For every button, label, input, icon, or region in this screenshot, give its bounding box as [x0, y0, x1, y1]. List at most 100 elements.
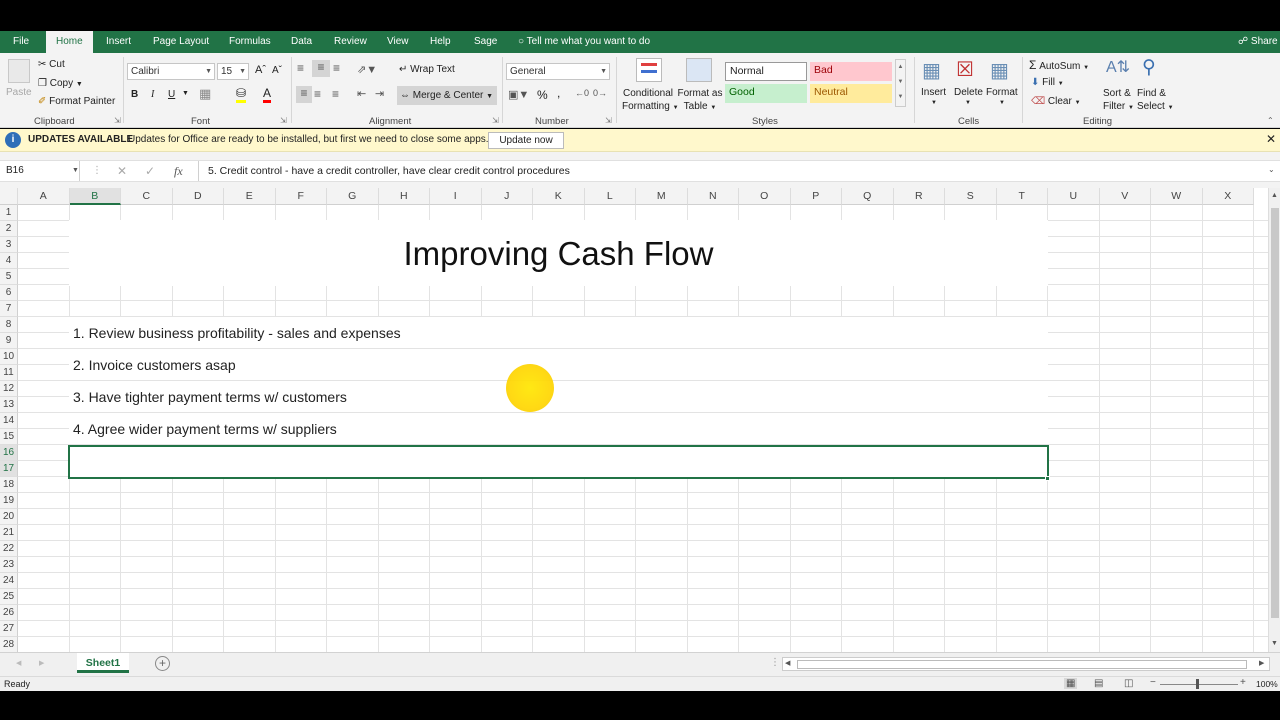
column-header-t[interactable]: T — [996, 188, 1048, 205]
shrink-font-icon[interactable]: Aˇ — [272, 65, 282, 76]
column-header-v[interactable]: V — [1099, 188, 1151, 205]
sheet-title-cell[interactable]: Improving Cash Flow — [69, 220, 1048, 286]
column-header-s[interactable]: S — [945, 188, 997, 205]
tab-view[interactable]: View — [387, 31, 409, 53]
column-header-m[interactable]: M — [636, 188, 688, 205]
column-header-e[interactable]: E — [224, 188, 276, 205]
column-header-k[interactable]: K — [533, 188, 585, 205]
row-header-17[interactable]: 17 — [0, 461, 18, 477]
fill-handle[interactable] — [1045, 476, 1050, 481]
cut-button[interactable]: ✂ Cut — [38, 59, 65, 70]
format-as-table-button[interactable]: Format as Table ▼ — [676, 87, 724, 115]
bold-button[interactable]: B — [131, 89, 138, 100]
currency-icon[interactable]: ▣▼ — [508, 88, 529, 101]
autosum-button[interactable]: Σ AutoSum ▼ — [1029, 58, 1089, 72]
column-header-h[interactable]: H — [378, 188, 430, 205]
underline-button[interactable]: U — [168, 89, 175, 100]
row-header-10[interactable]: 10 — [0, 349, 18, 365]
row-header-5[interactable]: 5 — [0, 269, 18, 285]
row-header-25[interactable]: 25 — [0, 589, 18, 605]
next-sheet-icon[interactable]: ▶ — [39, 659, 44, 667]
decrease-decimal-icon[interactable]: 0→ — [593, 88, 607, 98]
column-header-r[interactable]: R — [893, 188, 945, 205]
chevron-down-icon[interactable]: ▼ — [72, 167, 79, 174]
comma-button[interactable]: , — [557, 86, 560, 100]
insert-cells-button[interactable]: Insert — [921, 87, 946, 98]
percent-button[interactable]: % — [537, 88, 548, 102]
row-header-18[interactable]: 18 — [0, 477, 18, 493]
formula-input[interactable]: 5. Credit control - have a credit contro… — [198, 161, 1268, 181]
zoom-level[interactable]: 100% — [1256, 679, 1278, 689]
column-header-g[interactable]: G — [327, 188, 379, 205]
column-header-u[interactable]: U — [1048, 188, 1100, 205]
row-header-13[interactable]: 13 — [0, 397, 18, 413]
scroll-down-icon[interactable]: ▼ — [1271, 640, 1278, 647]
tab-insert[interactable]: Insert — [106, 31, 131, 53]
row-header-4[interactable]: 4 — [0, 253, 18, 269]
column-header-p[interactable]: P — [790, 188, 842, 205]
share-button[interactable]: ☍ Share — [1238, 31, 1278, 53]
font-color-icon[interactable]: A — [263, 86, 272, 103]
fill-color-icon[interactable]: ⛁ — [236, 86, 247, 103]
active-cell-selection[interactable] — [68, 445, 1049, 479]
conditional-formatting-button[interactable]: Conditional Formatting ▼ — [622, 87, 679, 115]
row-header-14[interactable]: 14 — [0, 413, 18, 429]
scroll-up-icon[interactable]: ▲ — [1271, 192, 1278, 199]
font-name-combo[interactable]: Calibri ▼ — [127, 63, 215, 80]
column-header-a[interactable]: A — [18, 188, 70, 205]
cell-item-4[interactable]: 4. Agree wider payment terms w/ supplier… — [69, 413, 1048, 445]
fill-button[interactable]: ⬇ Fill ▼ — [1031, 77, 1064, 88]
tab-file[interactable]: File — [13, 31, 29, 53]
column-header-b[interactable]: B — [69, 188, 121, 205]
row-header-15[interactable]: 15 — [0, 429, 18, 445]
align-top-icon[interactable]: ≡ — [297, 61, 304, 75]
row-header-19[interactable]: 19 — [0, 493, 18, 509]
grow-font-icon[interactable]: Aˆ — [255, 64, 266, 76]
name-box[interactable]: B16 — [0, 161, 80, 181]
sheet-tab-sheet1[interactable]: Sheet1 — [77, 653, 129, 673]
zoom-in-icon[interactable]: + — [1240, 677, 1246, 688]
enter-icon[interactable]: ✓ — [145, 164, 155, 178]
cell-item-3[interactable]: 3. Have tighter payment terms w/ custome… — [69, 381, 1048, 413]
row-header-20[interactable]: 20 — [0, 509, 18, 525]
format-cells-button[interactable]: Format — [986, 87, 1018, 98]
font-launcher-icon[interactable]: ⇲ — [280, 116, 287, 125]
row-header-23[interactable]: 23 — [0, 557, 18, 573]
normal-view-icon[interactable]: ▦ — [1064, 678, 1078, 689]
column-header-q[interactable]: Q — [842, 188, 894, 205]
row-header-6[interactable]: 6 — [0, 285, 18, 301]
select-all-corner[interactable] — [0, 188, 18, 205]
format-painter-button[interactable]: ✐ Format Painter — [38, 96, 115, 107]
copy-button[interactable]: ❐ Copy ▼ — [38, 78, 83, 89]
expand-formula-icon[interactable]: ⌄ — [1268, 165, 1275, 174]
horizontal-scrollbar[interactable]: ◀ ▶ — [782, 657, 1270, 671]
increase-decimal-icon[interactable]: ←0 — [575, 88, 589, 98]
row-header-9[interactable]: 9 — [0, 333, 18, 349]
paste-button[interactable]: Paste — [6, 87, 32, 98]
tab-data[interactable]: Data — [291, 31, 312, 53]
zoom-out-icon[interactable]: − — [1150, 677, 1156, 688]
tab-home[interactable]: Home — [46, 31, 93, 53]
align-right-icon[interactable]: ≡ — [332, 87, 339, 101]
sort-filter-button[interactable]: Sort & Filter ▼ — [1103, 87, 1134, 115]
zoom-slider[interactable] — [1160, 684, 1238, 685]
hscroll-thumb[interactable] — [797, 660, 1247, 669]
borders-icon[interactable]: ▦ — [199, 86, 211, 102]
tab-sage[interactable]: Sage — [474, 31, 497, 53]
row-header-22[interactable]: 22 — [0, 541, 18, 557]
row-header-8[interactable]: 8 — [0, 317, 18, 333]
row-header-21[interactable]: 21 — [0, 525, 18, 541]
column-header-o[interactable]: O — [739, 188, 791, 205]
tab-formulas[interactable]: Formulas — [229, 31, 271, 53]
column-header-j[interactable]: J — [481, 188, 533, 205]
row-header-16[interactable]: 16 — [0, 445, 18, 461]
tab-split-handle[interactable]: ⋮ — [770, 657, 780, 668]
row-header-12[interactable]: 12 — [0, 381, 18, 397]
column-header-f[interactable]: F — [275, 188, 327, 205]
tell-me-box[interactable]: ○ Tell me what you want to do — [518, 31, 650, 53]
column-header-i[interactable]: I — [430, 188, 482, 205]
update-now-button[interactable]: Update now — [488, 132, 564, 149]
tab-help[interactable]: Help — [430, 31, 451, 53]
orientation-icon[interactable]: ⇗▼ — [357, 63, 377, 76]
collapse-ribbon-icon[interactable]: ⌃ — [1267, 116, 1274, 125]
